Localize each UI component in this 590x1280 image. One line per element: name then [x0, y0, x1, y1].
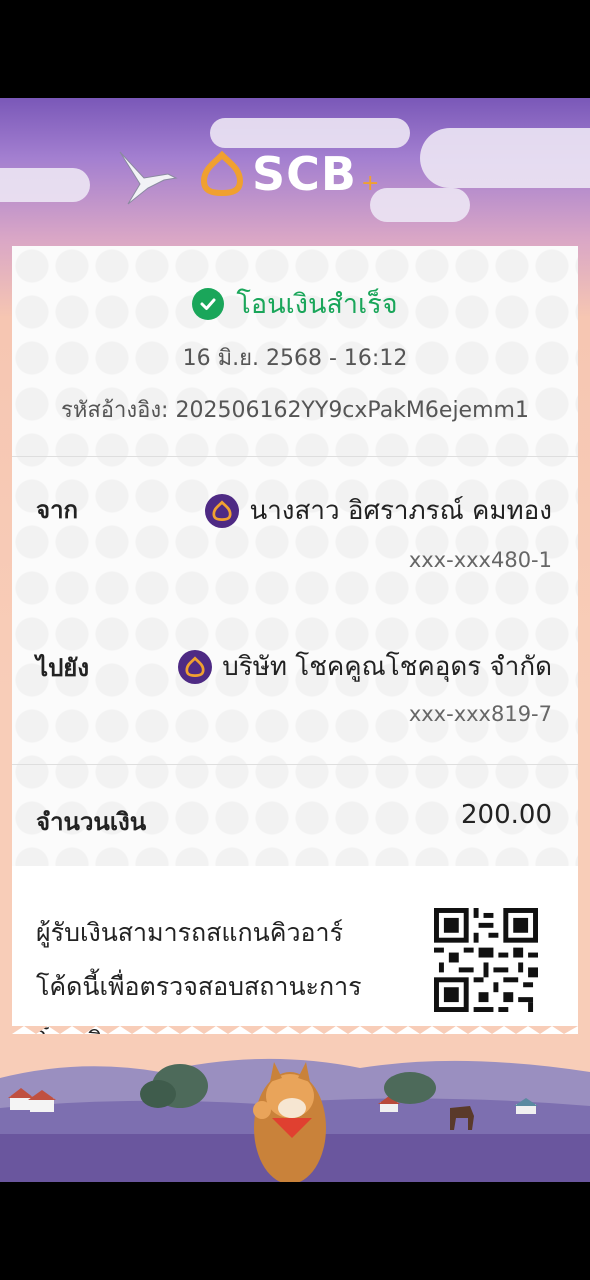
receipt-screen: SCB + โอนเงินสำเร็จ 16 มิ.ย. 2568 - 16:1…: [0, 98, 590, 1182]
transaction-reference: รหัสอ้างอิง: 202506162YY9cxPakM6ejemm1: [61, 398, 529, 423]
scb-logo-text: SCB: [252, 147, 357, 201]
from-name-text: นางสาว อิศราภรณ์ คมทอง: [249, 496, 552, 526]
scb-logo-icon: [200, 151, 244, 197]
cloud: [420, 128, 590, 188]
scb-logo: SCB +: [200, 147, 380, 201]
transaction-datetime: 16 มิ.ย. 2568 - 16:12: [182, 346, 408, 371]
to-name-text: บริษัท โชคคูณโชคอุดร จำกัด: [222, 652, 552, 682]
amount-value: 200.00: [461, 800, 552, 830]
cloud: [0, 168, 90, 202]
to-name: บริษัท โชคคูณโชคอุดร จำกัด: [178, 646, 552, 687]
cloud: [210, 118, 410, 148]
bird-illustration: [119, 151, 178, 205]
amount-label: จำนวนเงิน: [36, 808, 147, 836]
qr-code[interactable]: [434, 908, 538, 1012]
scb-bank-icon: [178, 649, 213, 684]
lavender-field-illustration: [0, 1058, 590, 1182]
qr-note-line: ผู้รับเงินสามารถสแกนคิวอาร์: [36, 918, 344, 947]
qr-note: ผู้รับเงินสามารถสแกนคิวอาร์ โค้ดนี้เพื่อ…: [36, 906, 376, 1034]
plus-icon: +: [360, 170, 380, 196]
scb-bank-icon: [205, 493, 240, 528]
divider: [12, 764, 578, 765]
to-label: ไปยัง: [36, 654, 90, 682]
from-name: นางสาว อิศราภรณ์ คมทอง: [205, 490, 552, 531]
qr-note-line: โค้ดนี้เพื่อตรวจสอบสถานะการ: [36, 972, 362, 1001]
status-row: โอนเงินสำเร็จ: [12, 282, 578, 325]
receipt-card: โอนเงินสำเร็จ 16 มิ.ย. 2568 - 16:12 รหัส…: [12, 246, 578, 1034]
cloud: [370, 188, 470, 222]
from-account: xxx-xxx480-1: [408, 548, 552, 572]
divider: [12, 456, 578, 457]
status-text: โอนเงินสำเร็จ: [236, 289, 398, 320]
check-circle-icon: [192, 287, 225, 320]
from-label: จาก: [36, 496, 79, 524]
to-account: xxx-xxx819-7: [408, 702, 552, 726]
